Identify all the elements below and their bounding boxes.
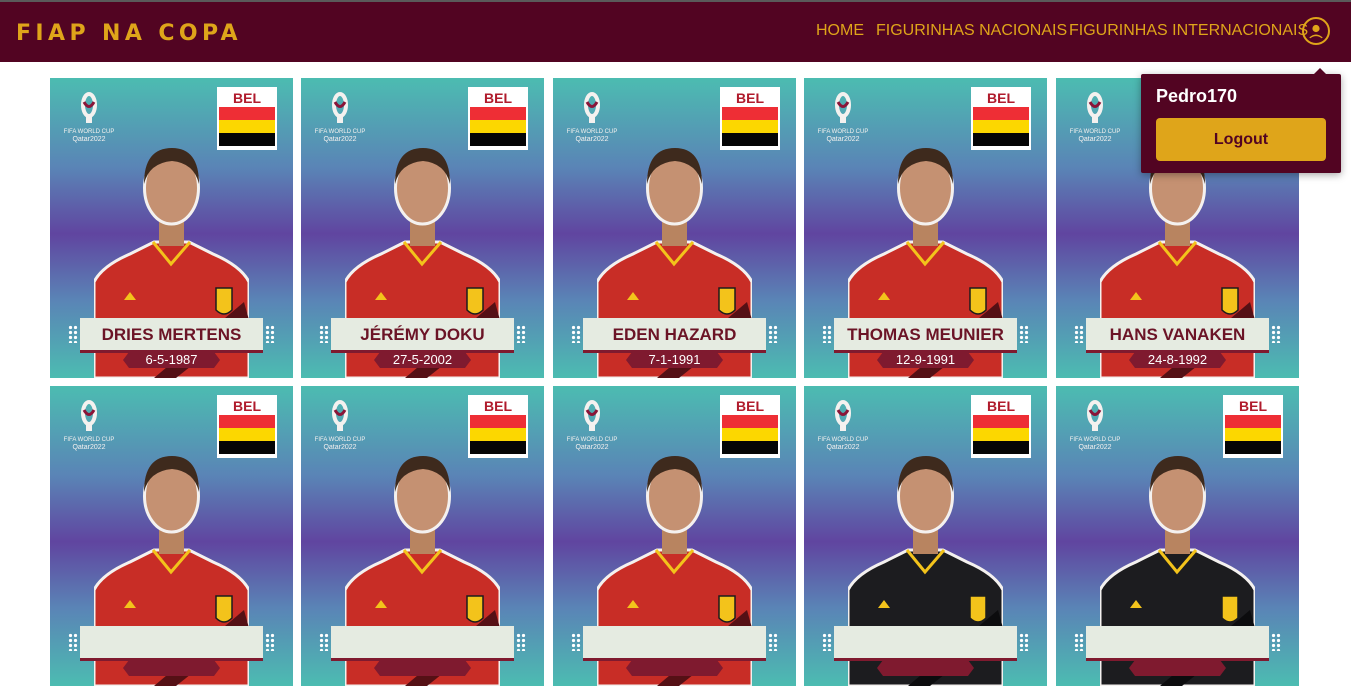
player-name-banner: THOMAS MEUNIER [822, 318, 1029, 353]
flag-stripe-red [1225, 415, 1281, 428]
birth-date-band [374, 660, 471, 676]
banner-left-dots [571, 633, 581, 651]
navbar: FIAP NA COPA HOME FIGURINHAS NACIONAIS F… [0, 2, 1351, 62]
banner-left-dots [1074, 633, 1084, 651]
player-name: JÉRÉMY DOKU [360, 325, 485, 344]
banner-right-dots [768, 633, 778, 651]
nav-link-figurinhas-nacionais[interactable]: FIGURINHAS NACIONAIS [876, 22, 1067, 40]
country-code: BEL [987, 398, 1015, 414]
user-account-button[interactable] [1302, 17, 1330, 45]
flag-stripe-red [219, 107, 275, 120]
sticker-card[interactable]: FIFA WORLD CUP Qatar2022 BEL [553, 386, 796, 686]
country-code: BEL [987, 90, 1015, 106]
sticker-card[interactable]: FIFA WORLD CUP Qatar2022 BEL [50, 386, 293, 686]
player-name-banner [822, 626, 1029, 661]
player-name-plate: DRIES MERTENS [80, 318, 263, 353]
flag-stripe-red [722, 415, 778, 428]
player-name: HANS VANAKEN [1109, 325, 1246, 344]
country-code: BEL [484, 398, 512, 414]
player-name-plate: EDEN HAZARD [583, 318, 766, 353]
country-code: BEL [736, 90, 764, 106]
birth-date: 27-5-2002 [392, 352, 453, 367]
flag-stripe-red [470, 107, 526, 120]
banner-left-dots [68, 325, 78, 343]
sticker-card[interactable]: FIFA WORLD CUP Qatar2022 BEL JÉRÉMY DOKU [301, 78, 544, 378]
player-name-plate: HANS VANAKEN [1086, 318, 1269, 353]
sticker-card[interactable]: FIFA WORLD CUP Qatar2022 BEL THOMAS MEUN… [804, 78, 1047, 378]
user-dropdown-menu: Pedro170 Logout [1141, 68, 1341, 173]
banner-right-dots [265, 633, 275, 651]
banner-right-dots [1271, 633, 1281, 651]
banner-left-dots [319, 633, 329, 651]
country-code: BEL [484, 90, 512, 106]
sticker-card[interactable]: FIFA WORLD CUP Qatar2022 BEL [301, 386, 544, 686]
player-name-banner: DRIES MERTENS [68, 318, 275, 353]
birth-date-band: 12-9-1991 [877, 352, 974, 368]
player-name-plate [80, 626, 263, 661]
banner-left-dots [822, 325, 832, 343]
sticker-card[interactable]: FIFA WORLD CUP Qatar2022 BEL EDEN HAZARD [553, 78, 796, 378]
flag-stripe-red [973, 415, 1029, 428]
nav-link-home[interactable]: HOME [816, 22, 864, 40]
banner-right-dots [1271, 325, 1281, 343]
birth-date-band: 24-8-1992 [1129, 352, 1226, 368]
player-name-plate: THOMAS MEUNIER [834, 318, 1017, 353]
logout-button[interactable]: Logout [1156, 118, 1326, 161]
player-name-banner: EDEN HAZARD [571, 318, 778, 353]
birth-date-band: 27-5-2002 [374, 352, 471, 368]
banner-left-dots [571, 325, 581, 343]
birth-date-band: 7-1-1991 [626, 352, 723, 368]
banner-left-dots [1074, 325, 1084, 343]
birth-date-band [626, 660, 723, 676]
country-code: BEL [233, 398, 261, 414]
username-label: Pedro170 [1156, 86, 1238, 106]
player-name-plate [834, 626, 1017, 661]
flag-stripe-red [219, 415, 275, 428]
brand-logo[interactable]: FIAP NA COPA [16, 21, 242, 46]
banner-right-dots [265, 325, 275, 343]
player-name: THOMAS MEUNIER [847, 325, 1004, 344]
banner-right-dots [768, 325, 778, 343]
user-icon [1309, 24, 1323, 39]
country-code: BEL [1239, 398, 1267, 414]
sticker-card[interactable]: FIFA WORLD CUP Qatar2022 BEL [1056, 386, 1299, 686]
dropdown-caret [1313, 68, 1327, 75]
player-name-banner [319, 626, 526, 661]
player-name-plate: JÉRÉMY DOKU [331, 318, 514, 353]
player-name: DRIES MERTENS [101, 325, 242, 344]
birth-date: 24-8-1992 [1147, 352, 1208, 367]
player-name-banner: HANS VANAKEN [1074, 318, 1281, 353]
sticker-card[interactable]: FIFA WORLD CUP Qatar2022 BEL DRIES MERTE… [50, 78, 293, 378]
birth-date: 6-5-1987 [145, 352, 198, 367]
birth-date-band: 6-5-1987 [123, 352, 220, 368]
banner-right-dots [1019, 633, 1029, 651]
player-name-banner [1074, 626, 1281, 661]
banner-right-dots [516, 633, 526, 651]
banner-left-dots [68, 633, 78, 651]
birth-date-band [1129, 660, 1226, 676]
flag-stripe-red [470, 415, 526, 428]
country-code: BEL [736, 398, 764, 414]
banner-right-dots [1019, 325, 1029, 343]
player-name-banner [68, 626, 275, 661]
flag-stripe-red [722, 107, 778, 120]
sticker-card[interactable]: FIFA WORLD CUP Qatar2022 BEL [804, 386, 1047, 686]
player-name-plate [583, 626, 766, 661]
player-name-banner [571, 626, 778, 661]
country-code: BEL [233, 90, 261, 106]
banner-right-dots [516, 325, 526, 343]
player-name-plate [1086, 626, 1269, 661]
flag-stripe-red [973, 107, 1029, 120]
birth-date-band [123, 660, 220, 676]
player-name-plate [331, 626, 514, 661]
player-name-banner: JÉRÉMY DOKU [319, 318, 526, 353]
banner-left-dots [319, 325, 329, 343]
nav-link-figurinhas-internacionais[interactable]: FIGURINHAS INTERNACIONAIS [1069, 22, 1308, 40]
birth-date: 12-9-1991 [895, 352, 956, 367]
birth-date: 7-1-1991 [648, 352, 701, 367]
player-name: EDEN HAZARD [612, 325, 737, 344]
banner-left-dots [822, 633, 832, 651]
birth-date-band [877, 660, 974, 676]
